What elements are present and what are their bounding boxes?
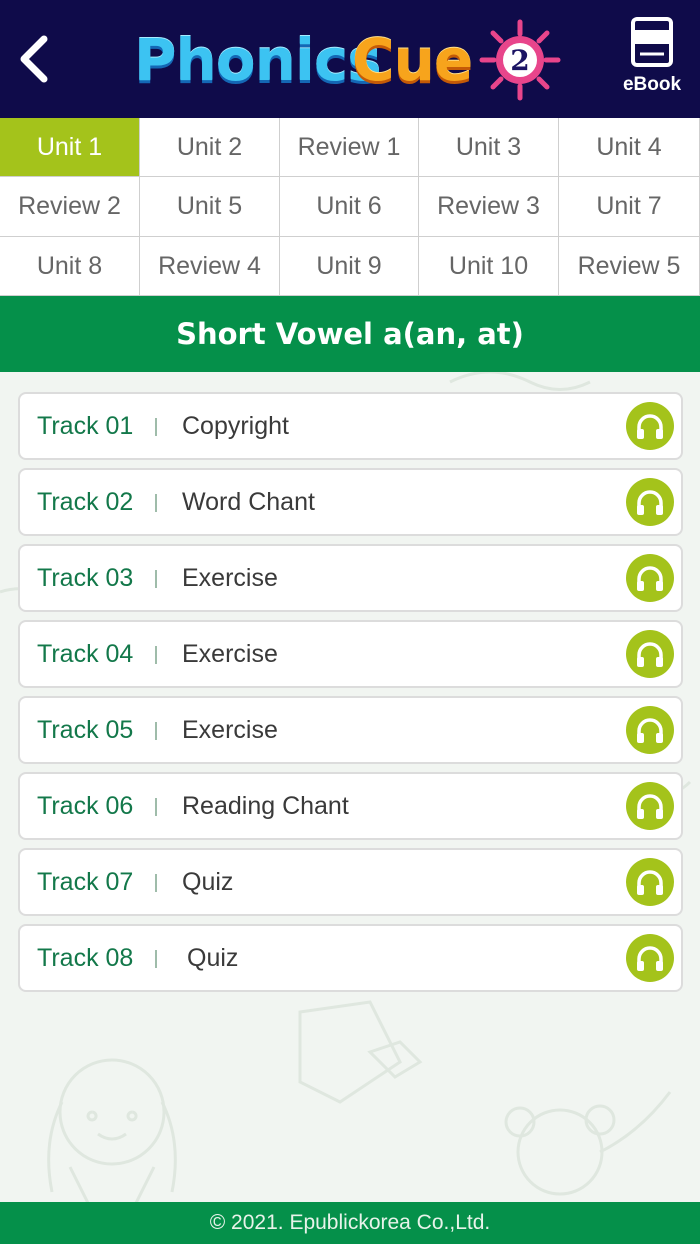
track-row[interactable]: Track 08 Quiz [18, 924, 683, 992]
track-row[interactable]: Track 05 Exercise [18, 696, 683, 764]
track-separator [155, 798, 157, 816]
play-track-button[interactable] [626, 402, 674, 450]
unit-tab-unit-4[interactable]: Unit 4 [559, 118, 700, 177]
track-row[interactable]: Track 03 Exercise [18, 544, 683, 612]
unit-tab-review-5[interactable]: Review 5 [559, 237, 700, 296]
track-row[interactable]: Track 01 Copyright [18, 392, 683, 460]
track-number: Track 07 [37, 868, 134, 896]
track-row[interactable]: Track 07 Quiz [18, 848, 683, 916]
track-separator [155, 950, 157, 968]
unit-tab-review-4[interactable]: Review 4 [140, 237, 280, 296]
level-number: 2 [510, 43, 530, 77]
track-title: Reading Chant [182, 792, 349, 820]
ebook-button[interactable]: eBook [612, 16, 692, 106]
track-title: Quiz [187, 944, 239, 972]
unit-selector: Unit 1 Unit 2 Review 1 Unit 3 Unit 4 Rev… [0, 118, 700, 296]
track-separator [155, 418, 157, 436]
track-number: Track 05 [37, 716, 134, 744]
track-separator [155, 646, 157, 664]
unit-tab-unit-7[interactable]: Unit 7 [559, 177, 700, 237]
track-number: Track 08 [37, 944, 134, 972]
play-track-button[interactable] [626, 858, 674, 906]
track-title: Quiz [182, 868, 234, 896]
app-logo: Phonics Cue 2 [130, 14, 570, 106]
unit-tab-unit-8[interactable]: Unit 8 [0, 237, 140, 296]
headphones-icon [637, 490, 663, 515]
track-separator [155, 494, 157, 512]
footer: © 2021. Epublickorea Co.,Ltd. [0, 1202, 700, 1244]
back-button[interactable] [8, 28, 60, 90]
headphones-icon [637, 870, 663, 895]
track-separator [155, 874, 157, 892]
unit-tab-review-2[interactable]: Review 2 [0, 177, 140, 237]
section-title-bar: Short Vowel a(an, at) [0, 296, 700, 372]
track-title: Exercise [182, 716, 278, 744]
track-title: Copyright [182, 412, 289, 440]
track-title: Word Chant [182, 488, 315, 516]
app-header: Phonics Cue 2 eBook [0, 0, 700, 118]
logo-word-phonics: Phonics [134, 26, 382, 94]
headphones-icon [637, 718, 663, 743]
headphones-icon [637, 946, 663, 971]
copyright-text: © 2021. Epublickorea Co.,Ltd. [209, 1211, 491, 1234]
track-row[interactable]: Track 04 Exercise [18, 620, 683, 688]
track-number: Track 02 [37, 488, 134, 516]
logo-word-cue: Cue [352, 26, 473, 94]
book-icon [631, 17, 673, 67]
track-row[interactable]: Track 06 Reading Chant [18, 772, 683, 840]
headphones-icon [637, 794, 663, 819]
play-track-button[interactable] [626, 478, 674, 526]
track-number: Track 04 [37, 640, 134, 668]
unit-tab-review-1[interactable]: Review 1 [280, 118, 419, 177]
headphones-icon [637, 642, 663, 667]
unit-tab-unit-10[interactable]: Unit 10 [419, 237, 559, 296]
track-list: Track 01 Copyright Track 02 Word Chant T… [18, 392, 683, 1000]
track-row[interactable]: Track 02 Word Chant [18, 468, 683, 536]
headphones-icon [637, 566, 663, 591]
track-number: Track 01 [37, 412, 134, 440]
level-badge: 2 [476, 16, 564, 104]
track-title: Exercise [182, 564, 278, 592]
play-track-button[interactable] [626, 554, 674, 602]
ebook-label: eBook [622, 74, 682, 95]
play-track-button[interactable] [626, 934, 674, 982]
track-number: Track 06 [37, 792, 134, 820]
unit-tab-unit-9[interactable]: Unit 9 [280, 237, 419, 296]
play-track-button[interactable] [626, 782, 674, 830]
unit-tab-unit-1[interactable]: Unit 1 [0, 118, 140, 177]
chevron-left-icon [20, 35, 48, 83]
play-track-button[interactable] [626, 630, 674, 678]
section-title: Short Vowel a(an, at) [176, 317, 524, 351]
unit-tab-unit-2[interactable]: Unit 2 [140, 118, 280, 177]
track-separator [155, 570, 157, 588]
track-title: Exercise [182, 640, 278, 668]
track-number: Track 03 [37, 564, 134, 592]
headphones-icon [637, 414, 663, 439]
play-track-button[interactable] [626, 706, 674, 754]
unit-tab-unit-5[interactable]: Unit 5 [140, 177, 280, 237]
track-separator [155, 722, 157, 740]
unit-tab-unit-6[interactable]: Unit 6 [280, 177, 419, 237]
unit-tab-unit-3[interactable]: Unit 3 [419, 118, 559, 177]
unit-tab-review-3[interactable]: Review 3 [419, 177, 559, 237]
